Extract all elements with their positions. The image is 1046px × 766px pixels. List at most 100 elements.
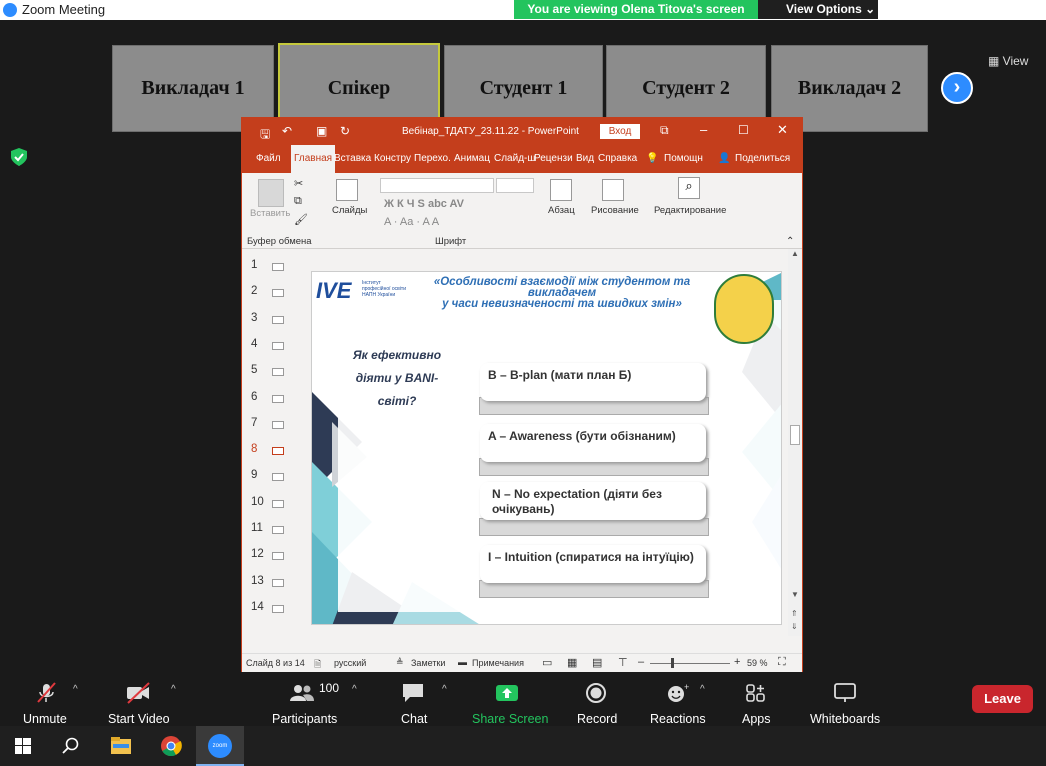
slide-thumbnail[interactable] bbox=[272, 420, 284, 429]
shapes-icon[interactable] bbox=[602, 179, 624, 201]
font-size-buttons[interactable]: A · Aa · A A bbox=[384, 216, 439, 228]
slide-thumb-number[interactable]: 4 bbox=[251, 338, 257, 350]
slide-thumb-number[interactable]: 8 bbox=[251, 443, 257, 455]
comments-button[interactable]: Примечания bbox=[472, 658, 524, 668]
present-icon[interactable]: ▣ bbox=[316, 124, 327, 138]
close-icon[interactable]: ✕ bbox=[777, 122, 788, 138]
slide-sorter-icon[interactable]: ▦ bbox=[567, 656, 577, 669]
slideshow-view-icon[interactable]: ⊤ bbox=[618, 656, 628, 669]
shield-icon[interactable] bbox=[11, 148, 27, 166]
slide-thumbnail[interactable] bbox=[272, 263, 284, 271]
search-icon[interactable]: ⌕ bbox=[678, 177, 700, 199]
paste-button[interactable]: Вставить bbox=[250, 208, 290, 219]
slide-thumb-number[interactable]: 3 bbox=[251, 312, 257, 324]
chrome-icon[interactable] bbox=[160, 735, 182, 757]
tab-design[interactable]: Констру bbox=[374, 153, 411, 164]
record-button[interactable]: Record bbox=[574, 676, 618, 726]
view-options-button[interactable]: View Options ⌄ bbox=[758, 0, 878, 19]
tab-animations[interactable]: Анимац bbox=[454, 153, 490, 164]
view-button[interactable]: ▦ View bbox=[988, 54, 1028, 68]
audio-options-icon[interactable]: ^ bbox=[73, 684, 78, 695]
tab-review[interactable]: Рецензи bbox=[534, 153, 573, 164]
scroll-down-icon[interactable]: ▼ bbox=[791, 590, 799, 599]
slide-thumbnail[interactable] bbox=[272, 499, 284, 508]
zoom-slider[interactable] bbox=[650, 663, 730, 664]
apps-button[interactable]: Apps bbox=[736, 676, 776, 726]
share-screen-button[interactable]: Share Screen bbox=[470, 676, 548, 726]
zoom-out-icon[interactable]: – bbox=[638, 656, 644, 668]
prev-slide-icon[interactable]: ⇑ bbox=[791, 609, 798, 618]
tell-me-button[interactable]: Помощн bbox=[664, 153, 703, 164]
editing-button[interactable]: Редактирование bbox=[654, 205, 726, 216]
participants-options-icon[interactable]: ^ bbox=[352, 684, 357, 695]
reactions-options-icon[interactable]: ^ bbox=[700, 684, 705, 695]
slide-thumb-number[interactable]: 1 bbox=[251, 259, 257, 271]
clipboard-icon[interactable] bbox=[258, 179, 284, 207]
chat-button[interactable]: Chat bbox=[396, 676, 436, 726]
slide-canvas[interactable]: IVE Інститут професійної освіти НАПН Украї… bbox=[311, 271, 782, 625]
slide-thumbnail[interactable] bbox=[272, 526, 284, 534]
leave-button[interactable]: Leave bbox=[972, 685, 1033, 713]
zoom-taskbar-button[interactable]: zoom bbox=[196, 726, 244, 766]
slide-thumbnail[interactable] bbox=[272, 341, 284, 350]
windows-start-icon[interactable] bbox=[15, 738, 31, 754]
slide-thumb-number[interactable]: 10 bbox=[251, 496, 264, 508]
slide-thumbnail[interactable] bbox=[272, 578, 284, 587]
slide-thumb-number[interactable]: 11 bbox=[251, 522, 263, 534]
start-video-button[interactable]: Start Video bbox=[100, 676, 180, 726]
tab-view[interactable]: Вид bbox=[576, 153, 594, 164]
slide-thumb-number[interactable]: 9 bbox=[251, 469, 257, 481]
whiteboards-button[interactable]: Whiteboards bbox=[806, 676, 886, 726]
participants-button[interactable]: 100 Participants bbox=[268, 676, 348, 726]
slide-thumb-number[interactable]: 14 bbox=[251, 601, 264, 613]
format-painter-icon[interactable]: 🖌 bbox=[294, 213, 308, 226]
notes-button[interactable]: Заметки bbox=[411, 658, 445, 668]
vertical-scrollbar[interactable]: ▲ ▼ ⇑ ⇓ bbox=[788, 249, 802, 636]
scroll-up-icon[interactable]: ▲ bbox=[791, 249, 799, 258]
font-size-select[interactable] bbox=[496, 178, 534, 193]
font-name-select[interactable] bbox=[380, 178, 494, 193]
slide-thumbnail[interactable] bbox=[272, 473, 284, 482]
slide-thumb-number[interactable]: 13 bbox=[251, 575, 264, 587]
reading-view-icon[interactable]: ▤ bbox=[592, 656, 602, 669]
normal-view-icon[interactable]: ▭ bbox=[542, 656, 552, 669]
collapse-ribbon-icon[interactable]: ⌃ bbox=[786, 236, 794, 247]
undo-icon[interactable]: ↶ bbox=[282, 124, 292, 138]
slide-thumbnail[interactable] bbox=[272, 604, 284, 613]
slide-thumbnail[interactable] bbox=[272, 315, 284, 324]
tab-insert[interactable]: Вставка bbox=[334, 153, 371, 164]
zoom-slider-thumb[interactable] bbox=[671, 658, 674, 668]
font-format-buttons[interactable]: Ж К Ч S abc AV bbox=[384, 198, 464, 210]
tab-help[interactable]: Справка bbox=[598, 153, 637, 164]
login-button[interactable]: Вход bbox=[600, 124, 640, 139]
slide-thumb-number[interactable]: 12 bbox=[251, 548, 264, 560]
spellcheck-icon[interactable]: 🗎 bbox=[314, 657, 321, 673]
slide-thumb-number[interactable]: 6 bbox=[251, 391, 257, 403]
tab-transitions[interactable]: Перехо. bbox=[414, 153, 451, 164]
tab-home[interactable]: Главная bbox=[291, 145, 336, 173]
slide-thumbnail[interactable] bbox=[272, 552, 284, 561]
drawing-button[interactable]: Рисование bbox=[591, 205, 639, 216]
slide-thumb-number[interactable]: 7 bbox=[251, 417, 257, 429]
save-icon[interactable]: 🖫 bbox=[260, 125, 270, 146]
slide-thumbnail[interactable] bbox=[272, 368, 284, 377]
file-explorer-icon[interactable] bbox=[110, 736, 132, 756]
language-status[interactable]: русский bbox=[334, 658, 366, 668]
next-page-button[interactable]: › bbox=[941, 72, 973, 104]
cut-icon[interactable]: ✂ bbox=[294, 177, 303, 190]
video-options-icon[interactable]: ^ bbox=[171, 684, 176, 695]
paragraph-button[interactable]: Абзац bbox=[548, 205, 575, 216]
slide-thumb-number[interactable]: 2 bbox=[251, 285, 257, 297]
slides-button[interactable]: Слайды bbox=[332, 205, 367, 216]
reactions-button[interactable]: + Reactions bbox=[648, 676, 706, 726]
fit-slide-icon[interactable]: ⛶ bbox=[778, 656, 786, 669]
search-icon[interactable] bbox=[62, 737, 80, 755]
next-slide-icon[interactable]: ⇓ bbox=[791, 622, 798, 631]
zoom-in-icon[interactable]: + bbox=[734, 656, 740, 668]
slide-thumbnail[interactable] bbox=[272, 394, 284, 403]
copy-icon[interactable]: ⧉ bbox=[294, 195, 302, 208]
slide-thumb-number[interactable]: 5 bbox=[251, 364, 257, 376]
slide-thumbnail[interactable] bbox=[272, 447, 284, 456]
slide-thumbnail[interactable] bbox=[272, 289, 284, 298]
zoom-level[interactable]: 59 % bbox=[747, 658, 768, 668]
